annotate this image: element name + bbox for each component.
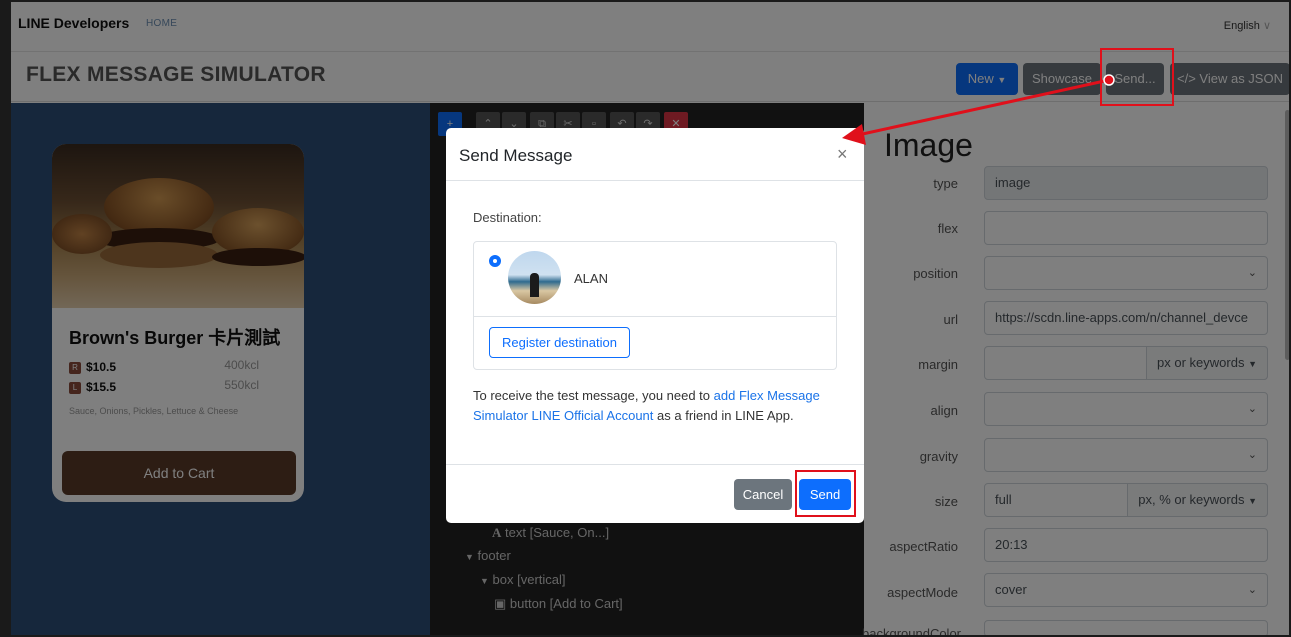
instruction-text: To receive the test message, you need to… xyxy=(473,386,843,426)
recipient-name: ALAN xyxy=(574,271,608,286)
avatar xyxy=(508,251,561,304)
divider xyxy=(446,464,864,465)
register-destination-button[interactable]: Register destination xyxy=(489,327,630,358)
destination-label: Destination: xyxy=(473,210,542,225)
divider xyxy=(446,180,864,181)
close-icon[interactable]: × xyxy=(837,144,848,165)
dialog-title: Send Message xyxy=(459,146,573,165)
divider xyxy=(474,316,836,317)
note-prefix: To receive the test message, you need to xyxy=(473,388,714,403)
destination-radio[interactable] xyxy=(489,255,501,267)
highlight-box-send xyxy=(1100,48,1174,106)
person-silhouette xyxy=(530,273,539,297)
note-suffix: as a friend in LINE App. xyxy=(653,408,794,423)
cancel-button[interactable]: Cancel xyxy=(734,479,792,510)
highlight-box-send-confirm xyxy=(795,470,856,517)
